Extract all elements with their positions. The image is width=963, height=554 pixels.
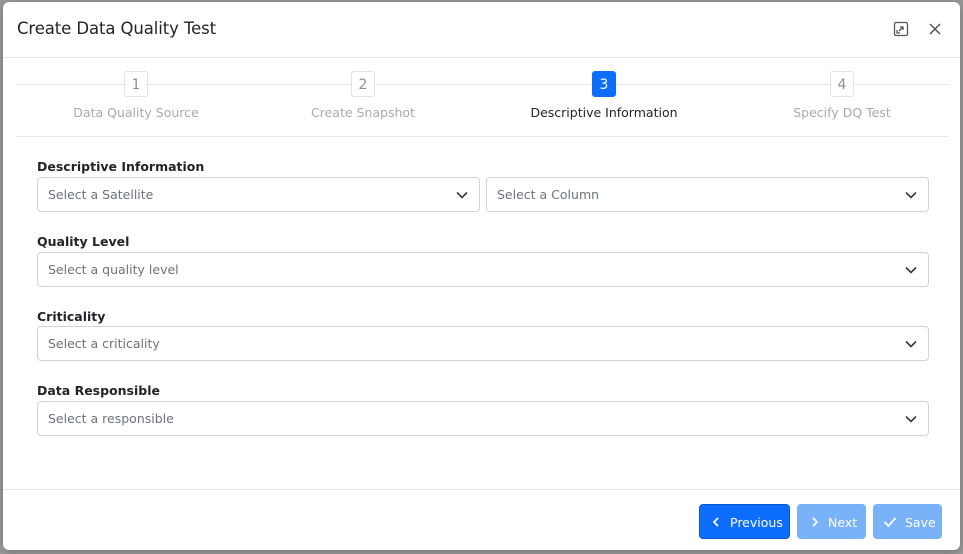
step-specify-dq-test[interactable]: 4 Specify DQ Test bbox=[732, 58, 952, 136]
previous-button[interactable]: Previous bbox=[699, 504, 790, 539]
step-data-quality-source[interactable]: 1 Data Quality Source bbox=[26, 58, 246, 136]
quality-level-label: Quality Level bbox=[37, 234, 130, 249]
step-number: 3 bbox=[592, 71, 616, 97]
chevron-down-icon bbox=[905, 191, 917, 199]
data-responsible-placeholder: Select a responsible bbox=[48, 411, 174, 426]
descriptive-information-label: Descriptive Information bbox=[37, 159, 205, 174]
step-label: Create Snapshot bbox=[311, 105, 415, 120]
chevron-left-icon bbox=[712, 517, 719, 527]
step-label: Descriptive Information bbox=[530, 105, 678, 120]
satellite-select-placeholder: Select a Satellite bbox=[48, 187, 154, 202]
data-responsible-select[interactable]: Select a responsible bbox=[37, 401, 929, 436]
previous-button-label: Previous bbox=[730, 515, 783, 530]
step-number: 4 bbox=[830, 71, 854, 97]
chevron-down-icon bbox=[456, 191, 468, 199]
chevron-down-icon bbox=[905, 415, 917, 423]
save-button-label: Save bbox=[905, 515, 936, 530]
step-number: 1 bbox=[124, 71, 148, 97]
modal-title: Create Data Quality Test bbox=[17, 19, 217, 38]
chevron-down-icon bbox=[905, 266, 917, 274]
criticality-placeholder: Select a criticality bbox=[48, 336, 160, 351]
criticality-select[interactable]: Select a criticality bbox=[37, 326, 929, 361]
close-icon[interactable] bbox=[926, 20, 944, 38]
step-descriptive-information[interactable]: 3 Descriptive Information bbox=[494, 58, 714, 136]
chevron-down-icon bbox=[905, 340, 917, 348]
check-icon bbox=[883, 517, 897, 528]
save-button[interactable]: Save bbox=[873, 504, 942, 539]
step-label: Specify DQ Test bbox=[793, 105, 891, 120]
data-responsible-label: Data Responsible bbox=[37, 383, 160, 398]
next-button-label: Next bbox=[828, 515, 858, 530]
criticality-label: Criticality bbox=[37, 309, 106, 324]
column-select[interactable]: Select a Column bbox=[486, 177, 929, 212]
modal-footer: Previous Next Save bbox=[3, 489, 960, 550]
step-number: 2 bbox=[351, 71, 375, 97]
step-create-snapshot[interactable]: 2 Create Snapshot bbox=[253, 58, 473, 136]
chevron-right-icon bbox=[812, 517, 819, 527]
stepper: 1 Data Quality Source 2 Create Snapshot … bbox=[17, 58, 948, 137]
quality-level-placeholder: Select a quality level bbox=[48, 262, 179, 277]
next-button[interactable]: Next bbox=[797, 504, 866, 539]
create-dq-test-modal: Create Data Quality Test 1 Data Quality … bbox=[3, 2, 960, 550]
expand-icon[interactable] bbox=[892, 20, 910, 38]
modal-header: Create Data Quality Test bbox=[3, 2, 960, 58]
column-select-placeholder: Select a Column bbox=[497, 187, 600, 202]
satellite-select[interactable]: Select a Satellite bbox=[37, 177, 480, 212]
quality-level-select[interactable]: Select a quality level bbox=[37, 252, 929, 287]
step-label: Data Quality Source bbox=[73, 105, 199, 120]
